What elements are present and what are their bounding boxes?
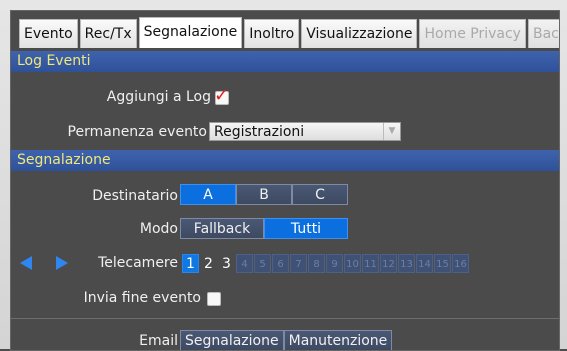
telecamere-label: Telecamere bbox=[98, 255, 178, 271]
modo-selector: Fallback Tutti bbox=[180, 218, 348, 239]
chevron-down-icon: ▼ bbox=[383, 123, 400, 140]
camera-11-button: 11 bbox=[362, 254, 379, 273]
camera-5-button: 5 bbox=[254, 254, 271, 273]
camera-9-button: 9 bbox=[326, 254, 343, 273]
destinatario-label: Destinatario bbox=[92, 188, 178, 204]
invia-fine-evento-checkbox[interactable] bbox=[207, 292, 221, 306]
aggiungi-log-label: Aggiungi a Log bbox=[106, 89, 211, 105]
destinatario-a-button[interactable]: A bbox=[180, 184, 236, 205]
modo-label: Modo bbox=[139, 221, 178, 237]
arrow-left-icon[interactable] bbox=[20, 256, 32, 270]
tab-segnalazione[interactable]: Segnalazione bbox=[138, 17, 243, 48]
camera-1-button[interactable]: 1 bbox=[182, 254, 199, 273]
window-frame: Evento Rec/Tx Segnalazione Inoltro Visua… bbox=[0, 0, 567, 351]
tab-bar: Evento Rec/Tx Segnalazione Inoltro Visua… bbox=[19, 17, 559, 49]
tab-backup[interactable]: Backup bbox=[527, 19, 559, 48]
email-selector: Segnalazione Manutenzione bbox=[180, 330, 393, 350]
camera-16-button: 16 bbox=[452, 254, 469, 273]
camera-2-button[interactable]: 2 bbox=[200, 254, 217, 273]
camera-3-button[interactable]: 3 bbox=[218, 254, 235, 273]
arrow-right-icon[interactable] bbox=[56, 256, 68, 270]
camera-14-button: 14 bbox=[416, 254, 433, 273]
checkmark-icon: ✓ bbox=[214, 85, 230, 106]
tab-inoltro[interactable]: Inoltro bbox=[244, 19, 300, 48]
telecamere-selector: 1 2 3 4 5 6 7 8 9 10 11 12 13 14 15 16 bbox=[182, 254, 470, 273]
modo-fallback-button[interactable]: Fallback bbox=[180, 218, 264, 239]
camera-13-button: 13 bbox=[398, 254, 415, 273]
email-manutenzione-button[interactable]: Manutenzione bbox=[283, 330, 393, 350]
camera-4-button: 4 bbox=[236, 254, 253, 273]
email-segnalazione-button[interactable]: Segnalazione bbox=[180, 330, 284, 350]
section-header-segnalazione: Segnalazione bbox=[11, 150, 559, 171]
section-header-log-eventi: Log Eventi bbox=[11, 51, 559, 72]
permanenza-evento-label: Permanenza evento bbox=[67, 124, 207, 140]
tab-rec-tx[interactable]: Rec/Tx bbox=[79, 19, 137, 48]
invia-fine-evento-label: Invia fine evento bbox=[83, 290, 201, 306]
destinatario-c-button[interactable]: C bbox=[292, 184, 348, 205]
permanenza-evento-value: Registrazioni bbox=[214, 124, 305, 140]
modo-tutti-button[interactable]: Tutti bbox=[264, 218, 348, 239]
tab-evento[interactable]: Evento bbox=[19, 19, 78, 48]
settings-panel: Evento Rec/Tx Segnalazione Inoltro Visua… bbox=[10, 10, 560, 351]
camera-6-button: 6 bbox=[272, 254, 289, 273]
camera-7-button: 7 bbox=[290, 254, 307, 273]
destinatario-selector: A B C bbox=[180, 184, 348, 205]
camera-10-button: 10 bbox=[344, 254, 361, 273]
camera-12-button: 12 bbox=[380, 254, 397, 273]
section-divider bbox=[11, 318, 559, 319]
camera-15-button: 15 bbox=[434, 254, 451, 273]
tab-home-privacy[interactable]: Home Privacy bbox=[419, 19, 526, 48]
tab-visualizzazione[interactable]: Visualizzazione bbox=[301, 19, 418, 48]
destinatario-b-button[interactable]: B bbox=[236, 184, 292, 205]
permanenza-evento-select[interactable]: Registrazioni ▼ bbox=[209, 122, 401, 141]
email-label: Email bbox=[139, 333, 178, 349]
camera-8-button: 8 bbox=[308, 254, 325, 273]
